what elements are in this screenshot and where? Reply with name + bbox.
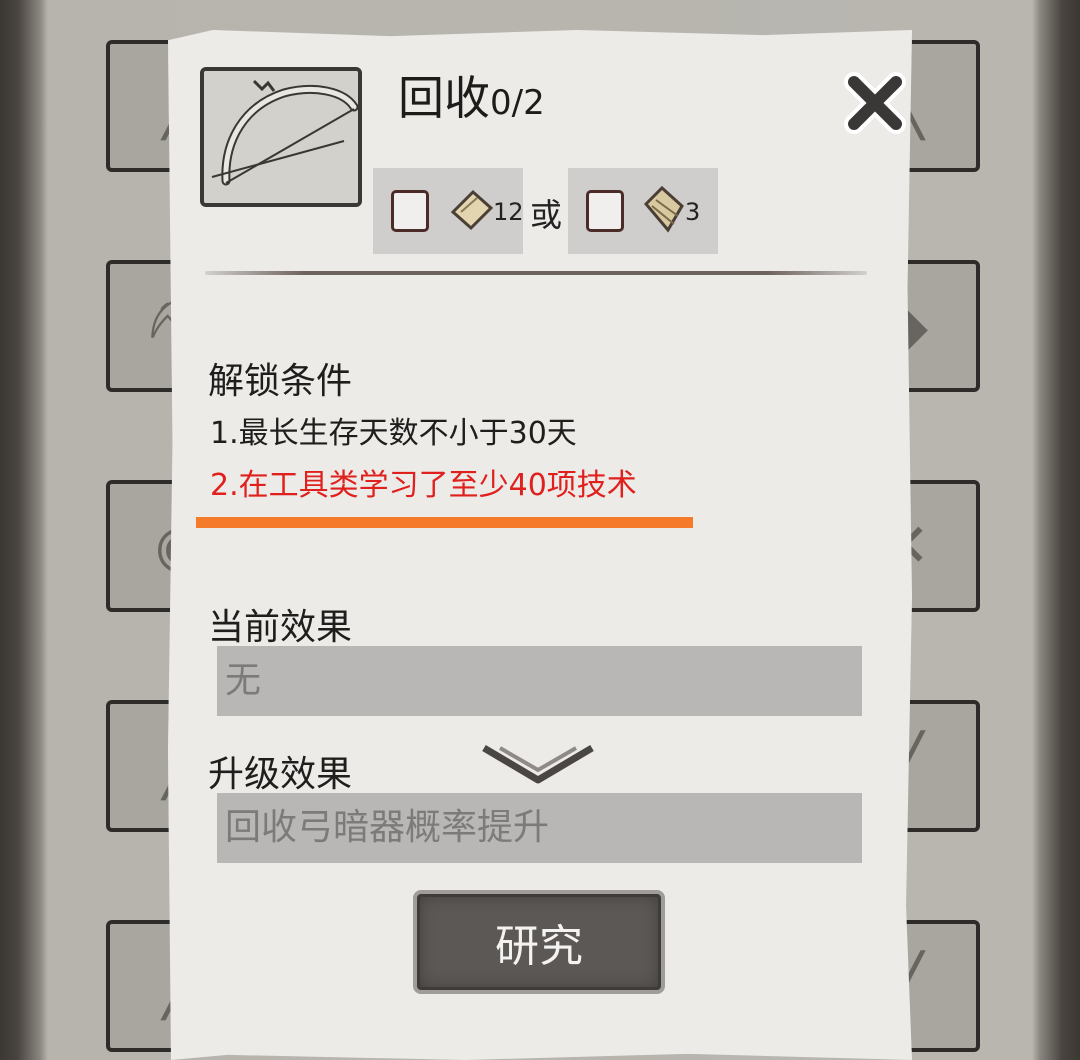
cost-checkbox-paper[interactable] xyxy=(391,190,429,232)
unlock-title: 解锁条件 xyxy=(208,361,353,402)
unlock-condition-2: 2.在工具类学习了至少40项技术 xyxy=(210,468,637,503)
upgrade-effect-title: 升级效果 xyxy=(208,754,353,795)
paper-scroll-icon xyxy=(450,189,494,231)
close-icon xyxy=(844,72,906,134)
item-icon-frame xyxy=(200,67,362,207)
paper-count: 12 xyxy=(493,198,524,226)
cost-checkbox-book[interactable] xyxy=(586,190,624,232)
divider xyxy=(205,271,867,275)
cost-option-paper[interactable]: 12 xyxy=(373,168,524,254)
or-label: 或 xyxy=(530,196,563,234)
close-button[interactable] xyxy=(842,70,908,136)
current-effect-value: 无 xyxy=(217,646,862,716)
book-icon xyxy=(643,185,684,233)
bow-icon xyxy=(204,71,358,203)
highlight-underline xyxy=(196,517,693,528)
title-progress: 0/2 xyxy=(490,83,545,123)
title-text: 回收 xyxy=(398,71,490,125)
unlock-condition-1: 1.最长生存天数不小于30天 xyxy=(210,416,577,451)
book-count: 3 xyxy=(685,198,701,226)
current-effect-title: 当前效果 xyxy=(208,607,353,648)
research-button[interactable]: 研究 xyxy=(413,890,665,994)
cost-option-book[interactable]: 3 xyxy=(568,168,718,254)
dialog-title: 回收0/2 xyxy=(398,62,545,128)
upgrade-effect-value: 回收弓暗器概率提升 xyxy=(217,793,862,863)
chevron-down-icon[interactable] xyxy=(478,740,598,790)
